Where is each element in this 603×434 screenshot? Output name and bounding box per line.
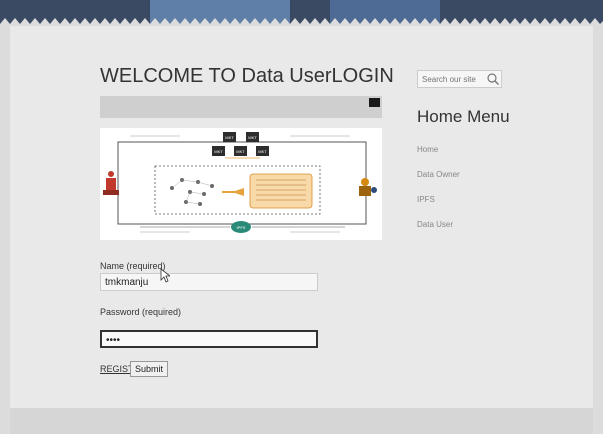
svg-text:MKT: MKT [236, 149, 245, 154]
submit-button[interactable]: Submit [130, 361, 169, 377]
mkt-node: MKT [246, 132, 259, 142]
password-label: Password (required) [100, 307, 182, 317]
square-icon [369, 98, 380, 107]
sidebar-item-data-user[interactable]: Data User [417, 220, 453, 229]
mouse-pointer-icon [160, 268, 170, 283]
sidebar-item-home[interactable]: Home [417, 145, 438, 154]
password-input[interactable]: •••• [100, 330, 318, 348]
page-title: WELCOME TO Data UserLOGIN [100, 65, 394, 87]
svg-text:MKT: MKT [248, 135, 257, 140]
name-input[interactable]: tmkmanju [100, 273, 318, 291]
mkt-node: MKT [234, 146, 247, 156]
mkt-node: MKT [212, 146, 225, 156]
name-label: Name (required) [100, 261, 166, 271]
mkt-node: MKT [256, 146, 269, 156]
mkt-node: MKT [223, 132, 236, 142]
svg-text:MKT: MKT [225, 135, 234, 140]
system-architecture-diagram: MKT MKT MKT MKT MKT IPFS [100, 128, 382, 240]
svg-text:MKT: MKT [214, 149, 223, 154]
ipfs-node-label: IPFS [237, 225, 246, 230]
sidebar-heading: Home Menu [417, 107, 510, 126]
page-footer [10, 408, 593, 434]
svg-text:MKT: MKT [258, 149, 267, 154]
search-icon[interactable] [486, 72, 500, 86]
title-underline-bar [100, 96, 382, 118]
sidebar-item-ipfs[interactable]: IPFS [417, 195, 435, 204]
sidebar-item-data-owner[interactable]: Data Owner [417, 170, 460, 179]
